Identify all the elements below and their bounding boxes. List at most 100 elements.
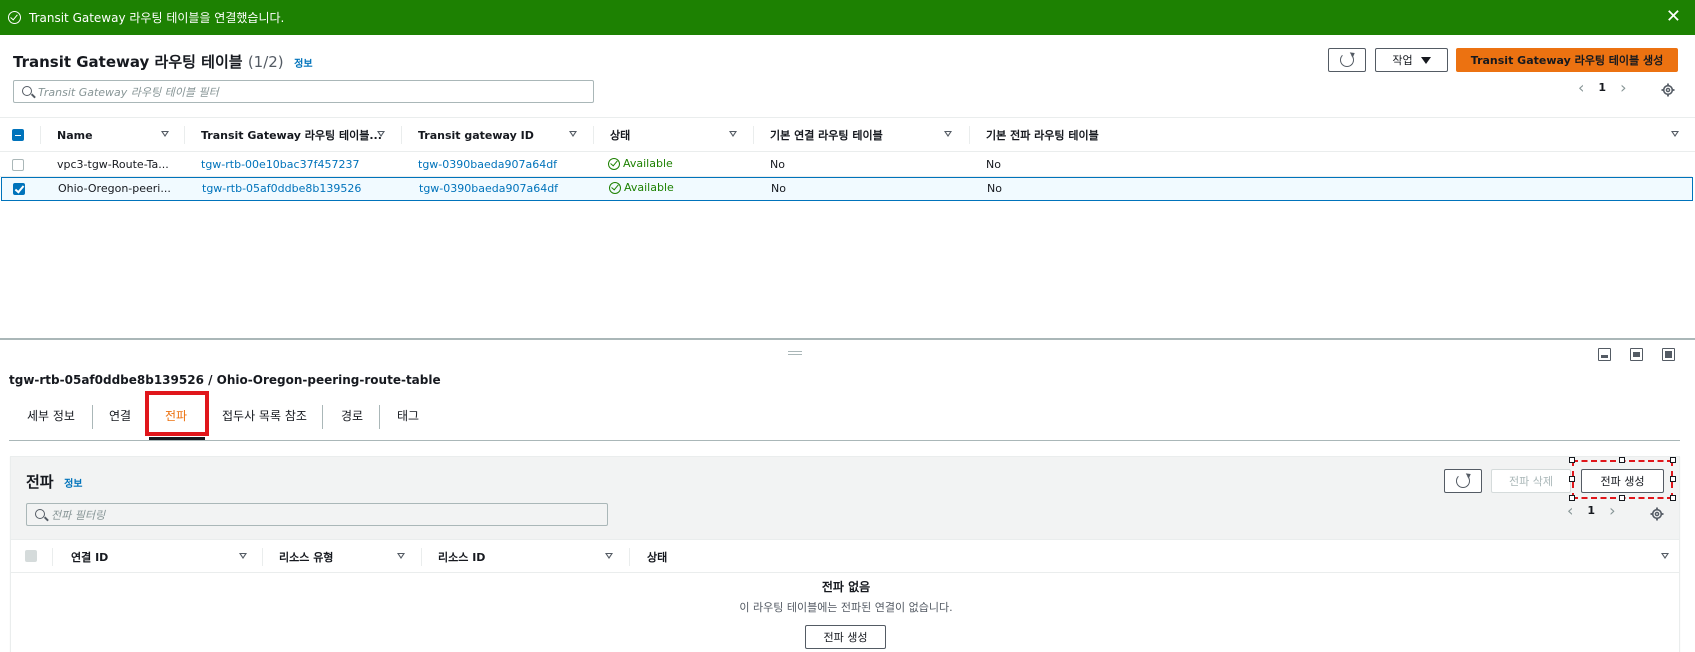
title-text: Transit Gateway 라우팅 테이블 xyxy=(13,53,243,71)
bottom-panel-icon[interactable] xyxy=(1598,348,1611,361)
success-banner: Transit Gateway 라우팅 테이블을 연결했습니다. ✕ xyxy=(0,0,1695,35)
row-tgw-id-link[interactable]: tgw-0390baeda907a64df xyxy=(419,182,558,195)
tab-details[interactable]: 세부 정보 xyxy=(27,407,75,424)
row-default-propagation: No xyxy=(986,158,1001,171)
tab-routes[interactable]: 경로 xyxy=(341,407,363,424)
column-header-state[interactable]: 상태 xyxy=(610,118,630,152)
select-all-checkbox[interactable] xyxy=(12,129,24,141)
column-header-resource-type[interactable]: 리소스 유형 xyxy=(279,540,333,574)
row-rtb-id-link[interactable]: tgw-rtb-05af0ddbe8b139526 xyxy=(202,182,361,195)
selection-count: (1/2) xyxy=(247,53,284,71)
select-all-checkbox xyxy=(25,550,37,562)
success-icon xyxy=(8,11,21,24)
chevron-left-icon[interactable]: ‹ xyxy=(1567,501,1573,520)
row-checkbox[interactable] xyxy=(13,183,25,195)
column-header-tgw-id[interactable]: Transit gateway ID xyxy=(418,118,534,152)
info-link[interactable]: 정보 xyxy=(294,59,312,70)
refresh-button[interactable] xyxy=(1444,469,1482,493)
search-icon xyxy=(22,86,32,96)
column-header-attachment-id[interactable]: 연결 ID xyxy=(71,540,108,574)
drag-handle-icon[interactable] xyxy=(788,351,802,355)
row-status: Available xyxy=(608,157,673,170)
column-header-default-propagation[interactable]: 기본 전파 라우팅 테이블 xyxy=(986,118,1099,152)
close-icon[interactable]: ✕ xyxy=(1666,8,1681,26)
column-header-default-association[interactable]: 기본 연결 라우팅 테이블 xyxy=(770,118,883,152)
sort-icon[interactable] xyxy=(377,131,385,137)
side-panel-icon[interactable] xyxy=(1630,348,1643,361)
sort-icon[interactable] xyxy=(1661,553,1669,559)
settings-gear-icon[interactable] xyxy=(1650,507,1664,521)
column-header-state[interactable]: 상태 xyxy=(647,540,667,574)
row-default-propagation: No xyxy=(987,182,1002,195)
route-tables-panel: Transit Gateway 라우팅 테이블 (1/2) 정보 작업 Tran… xyxy=(0,35,1695,338)
propagations-header: 전파 정보 전파 삭제 전파 생성 전파 필터링 ‹ 1 › xyxy=(11,457,1679,539)
banner-message: Transit Gateway 라우팅 테이블을 연결했습니다. xyxy=(29,11,285,25)
chevron-left-icon[interactable]: ‹ xyxy=(1578,78,1584,97)
filter-placeholder: Transit Gateway 라우팅 테이블 필터 xyxy=(38,85,219,99)
row-default-association: No xyxy=(771,182,786,195)
selection-outline xyxy=(1572,460,1673,499)
pagination: ‹ 1 › xyxy=(1578,78,1626,97)
route-table-filter-input[interactable]: Transit Gateway 라우팅 테이블 필터 xyxy=(13,80,594,103)
resize-handle xyxy=(1670,457,1676,463)
status-available-icon xyxy=(608,157,620,170)
table-row[interactable]: vpc3-tgw-Route-Ta... tgw-rtb-00e10bac37f… xyxy=(0,153,1692,177)
resize-handle xyxy=(1619,495,1625,501)
propagations-table-header: 연결 ID 리소스 유형 리소스 ID 상태 xyxy=(11,539,1679,573)
resize-handle xyxy=(1569,476,1575,482)
sort-icon[interactable] xyxy=(239,553,247,559)
filter-placeholder: 전파 필터링 xyxy=(51,508,106,522)
empty-state-message: 이 라우팅 테이블에는 전파된 연결이 없습니다. xyxy=(739,601,953,614)
propagations-title-text: 전파 xyxy=(26,473,54,491)
settings-gear-icon[interactable] xyxy=(1661,83,1675,97)
status-text: Available xyxy=(623,157,673,170)
highlight-box xyxy=(145,391,209,436)
tab-prefix-list-references[interactable]: 접두사 목록 참조 xyxy=(222,407,307,424)
sort-icon[interactable] xyxy=(729,131,737,137)
row-status: Available xyxy=(609,181,674,194)
actions-label: 작업 xyxy=(1392,54,1413,67)
row-rtb-id-link[interactable]: tgw-rtb-00e10bac37f457237 xyxy=(201,158,359,171)
status-available-icon xyxy=(609,181,621,194)
column-header-name[interactable]: Name xyxy=(57,118,93,152)
page-number[interactable]: 1 xyxy=(1598,81,1606,94)
row-default-association: No xyxy=(770,158,785,171)
status-text: Available xyxy=(624,181,674,194)
table-header: Name Transit Gateway 라우팅 테이블... Transit … xyxy=(0,117,1695,152)
resize-handle xyxy=(1569,495,1575,501)
resize-handle xyxy=(1670,476,1676,482)
propagation-filter-input[interactable]: 전파 필터링 xyxy=(26,503,608,526)
tab-associations[interactable]: 연결 xyxy=(109,407,131,424)
row-checkbox[interactable] xyxy=(12,159,24,171)
sort-icon[interactable] xyxy=(605,553,613,559)
refresh-button[interactable] xyxy=(1328,48,1366,72)
row-name: Ohio-Oregon-peeri... xyxy=(58,182,171,195)
split-panel-divider[interactable] xyxy=(0,338,1695,340)
chevron-right-icon[interactable]: › xyxy=(1620,78,1626,97)
row-tgw-id-link[interactable]: tgw-0390baeda907a64df xyxy=(418,158,557,171)
tab-tags[interactable]: 태그 xyxy=(397,407,419,424)
refresh-icon xyxy=(1340,53,1354,67)
resize-handle xyxy=(1619,457,1625,463)
sort-icon[interactable] xyxy=(397,553,405,559)
column-header-resource-id[interactable]: 리소스 ID xyxy=(438,540,485,574)
sort-icon[interactable] xyxy=(569,131,577,137)
column-header-rtb-id[interactable]: Transit Gateway 라우팅 테이블... xyxy=(201,118,382,152)
detail-tabs: 세부 정보 연결 전파 접두사 목록 참조 경로 태그 xyxy=(9,399,1680,441)
row-name: vpc3-tgw-Route-Ta... xyxy=(57,158,169,171)
empty-state-title: 전파 없음 xyxy=(821,580,871,594)
sort-icon[interactable] xyxy=(944,131,952,137)
empty-create-propagation-button[interactable]: 전파 생성 xyxy=(805,625,886,649)
info-link[interactable]: 정보 xyxy=(64,479,82,490)
chevron-right-icon[interactable]: › xyxy=(1609,501,1615,520)
delete-propagation-button[interactable]: 전파 삭제 xyxy=(1491,469,1571,493)
table-row-selected[interactable]: Ohio-Oregon-peeri... tgw-rtb-05af0ddbe8b… xyxy=(1,177,1693,201)
sort-icon[interactable] xyxy=(161,131,169,137)
page-title: Transit Gateway 라우팅 테이블 (1/2) 정보 xyxy=(13,51,313,72)
create-route-table-button[interactable]: Transit Gateway 라우팅 테이블 생성 xyxy=(1456,48,1678,72)
resize-handle xyxy=(1569,457,1575,463)
actions-button[interactable]: 작업 xyxy=(1375,48,1448,72)
page-number[interactable]: 1 xyxy=(1587,504,1595,517)
full-panel-icon[interactable] xyxy=(1662,348,1675,361)
sort-icon[interactable] xyxy=(1671,131,1679,137)
